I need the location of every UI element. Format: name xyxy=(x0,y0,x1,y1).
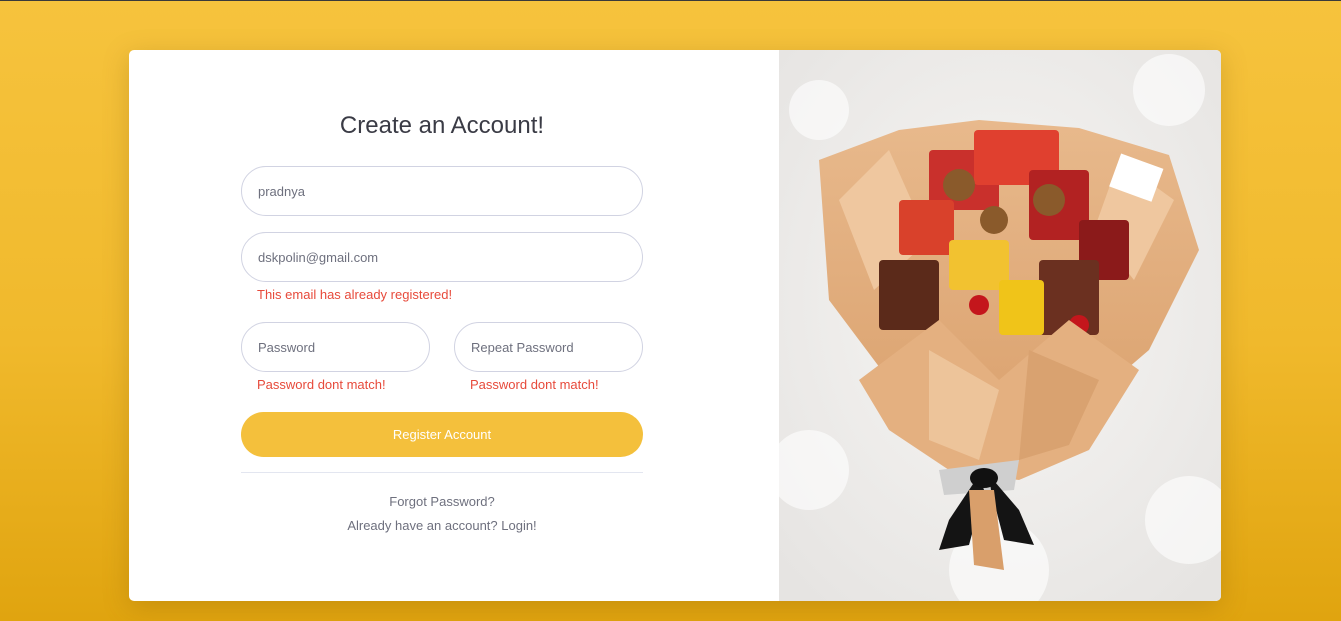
register-form: Create an Account! This email has alread… xyxy=(129,50,779,601)
register-card: Create an Account! This email has alread… xyxy=(129,50,1221,601)
page-title: Create an Account! xyxy=(339,112,545,139)
email-error: This email has already registered! xyxy=(257,287,453,302)
login-link[interactable]: Already have an account? Login! xyxy=(241,518,643,533)
password-error: Password dont match! xyxy=(257,377,386,392)
forgot-password-link[interactable]: Forgot Password? xyxy=(241,494,643,509)
password-input[interactable] xyxy=(241,322,430,372)
repeat-password-input[interactable] xyxy=(454,322,643,372)
divider xyxy=(241,472,643,473)
snack-bouquet-illustration xyxy=(779,50,1221,601)
name-input[interactable] xyxy=(241,166,643,216)
register-button[interactable]: Register Account xyxy=(241,412,643,457)
email-input[interactable] xyxy=(241,232,643,282)
repeat-password-error: Password dont match! xyxy=(470,377,599,392)
bouquet-image xyxy=(779,50,1221,601)
